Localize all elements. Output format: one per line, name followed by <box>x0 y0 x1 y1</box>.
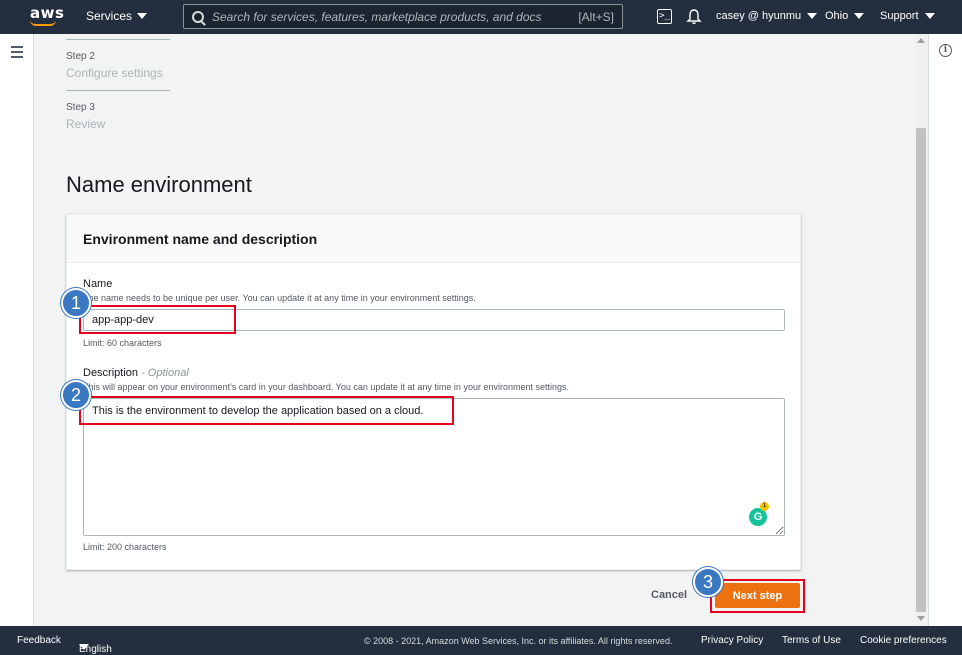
step-divider <box>66 90 170 91</box>
annotation-badge-3: 3 <box>693 567 723 597</box>
optional-label: - Optional <box>138 367 189 379</box>
menu-icon[interactable] <box>11 46 23 61</box>
chevron-down-icon <box>137 13 148 19</box>
scroll-down-icon[interactable] <box>917 616 925 621</box>
support-label: Support <box>880 10 919 22</box>
step-divider <box>66 39 170 40</box>
annotation-badge-2: 2 <box>61 380 91 410</box>
wizard-step-2[interactable]: Step 2 Configure settings <box>66 51 170 80</box>
aws-smile-icon <box>30 20 56 26</box>
description-field-description: This will appear on your environment's c… <box>83 382 569 392</box>
search-shortcut: [Alt+S] <box>578 10 614 24</box>
region-name: Ohio <box>825 10 849 22</box>
feedback-link[interactable]: Feedback <box>17 635 61 646</box>
main-content: Step 2 Configure settings Step 3 Review … <box>34 34 914 626</box>
page-scrollbar[interactable] <box>914 34 928 626</box>
privacy-link[interactable]: Privacy Policy <box>701 635 763 646</box>
bell-icon[interactable] <box>686 8 702 26</box>
services-label: Services <box>86 9 133 23</box>
step-number: Step 2 <box>66 51 95 62</box>
support-menu[interactable]: Support <box>880 10 935 22</box>
chevron-down-icon <box>79 644 89 650</box>
name-label-text: Name <box>83 278 113 290</box>
region-selector[interactable]: Ohio <box>825 10 865 22</box>
terms-link[interactable]: Terms of Use <box>782 635 841 646</box>
top-navigation: aws Services [Alt+S] >_ casey @ hyunmu O… <box>0 0 962 34</box>
description-field-constraint: Limit: 200 characters <box>83 542 167 552</box>
cookie-preferences-link[interactable]: Cookie preferences <box>860 635 947 646</box>
user-name: casey @ hyunmu <box>716 10 802 22</box>
aws-logo[interactable]: aws <box>28 4 64 30</box>
step-label: Review <box>66 117 106 131</box>
panel-title: Environment name and description <box>67 215 800 263</box>
chevron-down-icon <box>924 13 935 19</box>
name-field-constraint: Limit: 60 characters <box>83 338 162 348</box>
name-field-label: Name <box>83 278 112 290</box>
search-input[interactable] <box>212 9 562 24</box>
wizard-step-3[interactable]: Step 3 Review <box>66 102 170 131</box>
cloudshell-icon[interactable]: >_ <box>657 9 672 24</box>
description-label-text: Description <box>83 367 139 379</box>
chevron-down-icon <box>854 13 865 19</box>
annotation-badge-1: 1 <box>61 288 91 318</box>
environment-panel: Environment name and description Name Th… <box>66 214 801 570</box>
cancel-button[interactable]: Cancel <box>651 589 687 601</box>
info-icon[interactable]: i <box>939 44 952 57</box>
search-icon <box>192 10 204 23</box>
services-menu[interactable]: Services <box>86 9 148 23</box>
user-menu[interactable]: casey @ hyunmu <box>716 10 818 22</box>
step-number: Step 3 <box>66 102 95 113</box>
chevron-down-icon <box>807 13 818 19</box>
search-bar[interactable]: [Alt+S] <box>183 4 623 29</box>
step-label: Configure settings <box>66 66 163 80</box>
left-rail <box>0 34 34 626</box>
scroll-up-icon[interactable] <box>917 38 925 43</box>
scroll-thumb[interactable] <box>916 128 926 612</box>
grammarly-count-badge: 1 <box>760 502 769 511</box>
next-step-button[interactable]: Next step <box>715 583 800 608</box>
right-rail: i <box>928 34 962 626</box>
footer: Feedback English (US) © 2008 - 2021, Ama… <box>0 626 962 655</box>
name-field-description: The name needs to be unique per user. Yo… <box>83 293 476 303</box>
copyright: © 2008 - 2021, Amazon Web Services, Inc.… <box>364 636 673 646</box>
description-highlight <box>79 396 454 425</box>
description-field-label: Description - Optional <box>83 367 189 379</box>
page-title: Name environment <box>66 172 252 197</box>
name-input-highlight <box>79 305 236 334</box>
